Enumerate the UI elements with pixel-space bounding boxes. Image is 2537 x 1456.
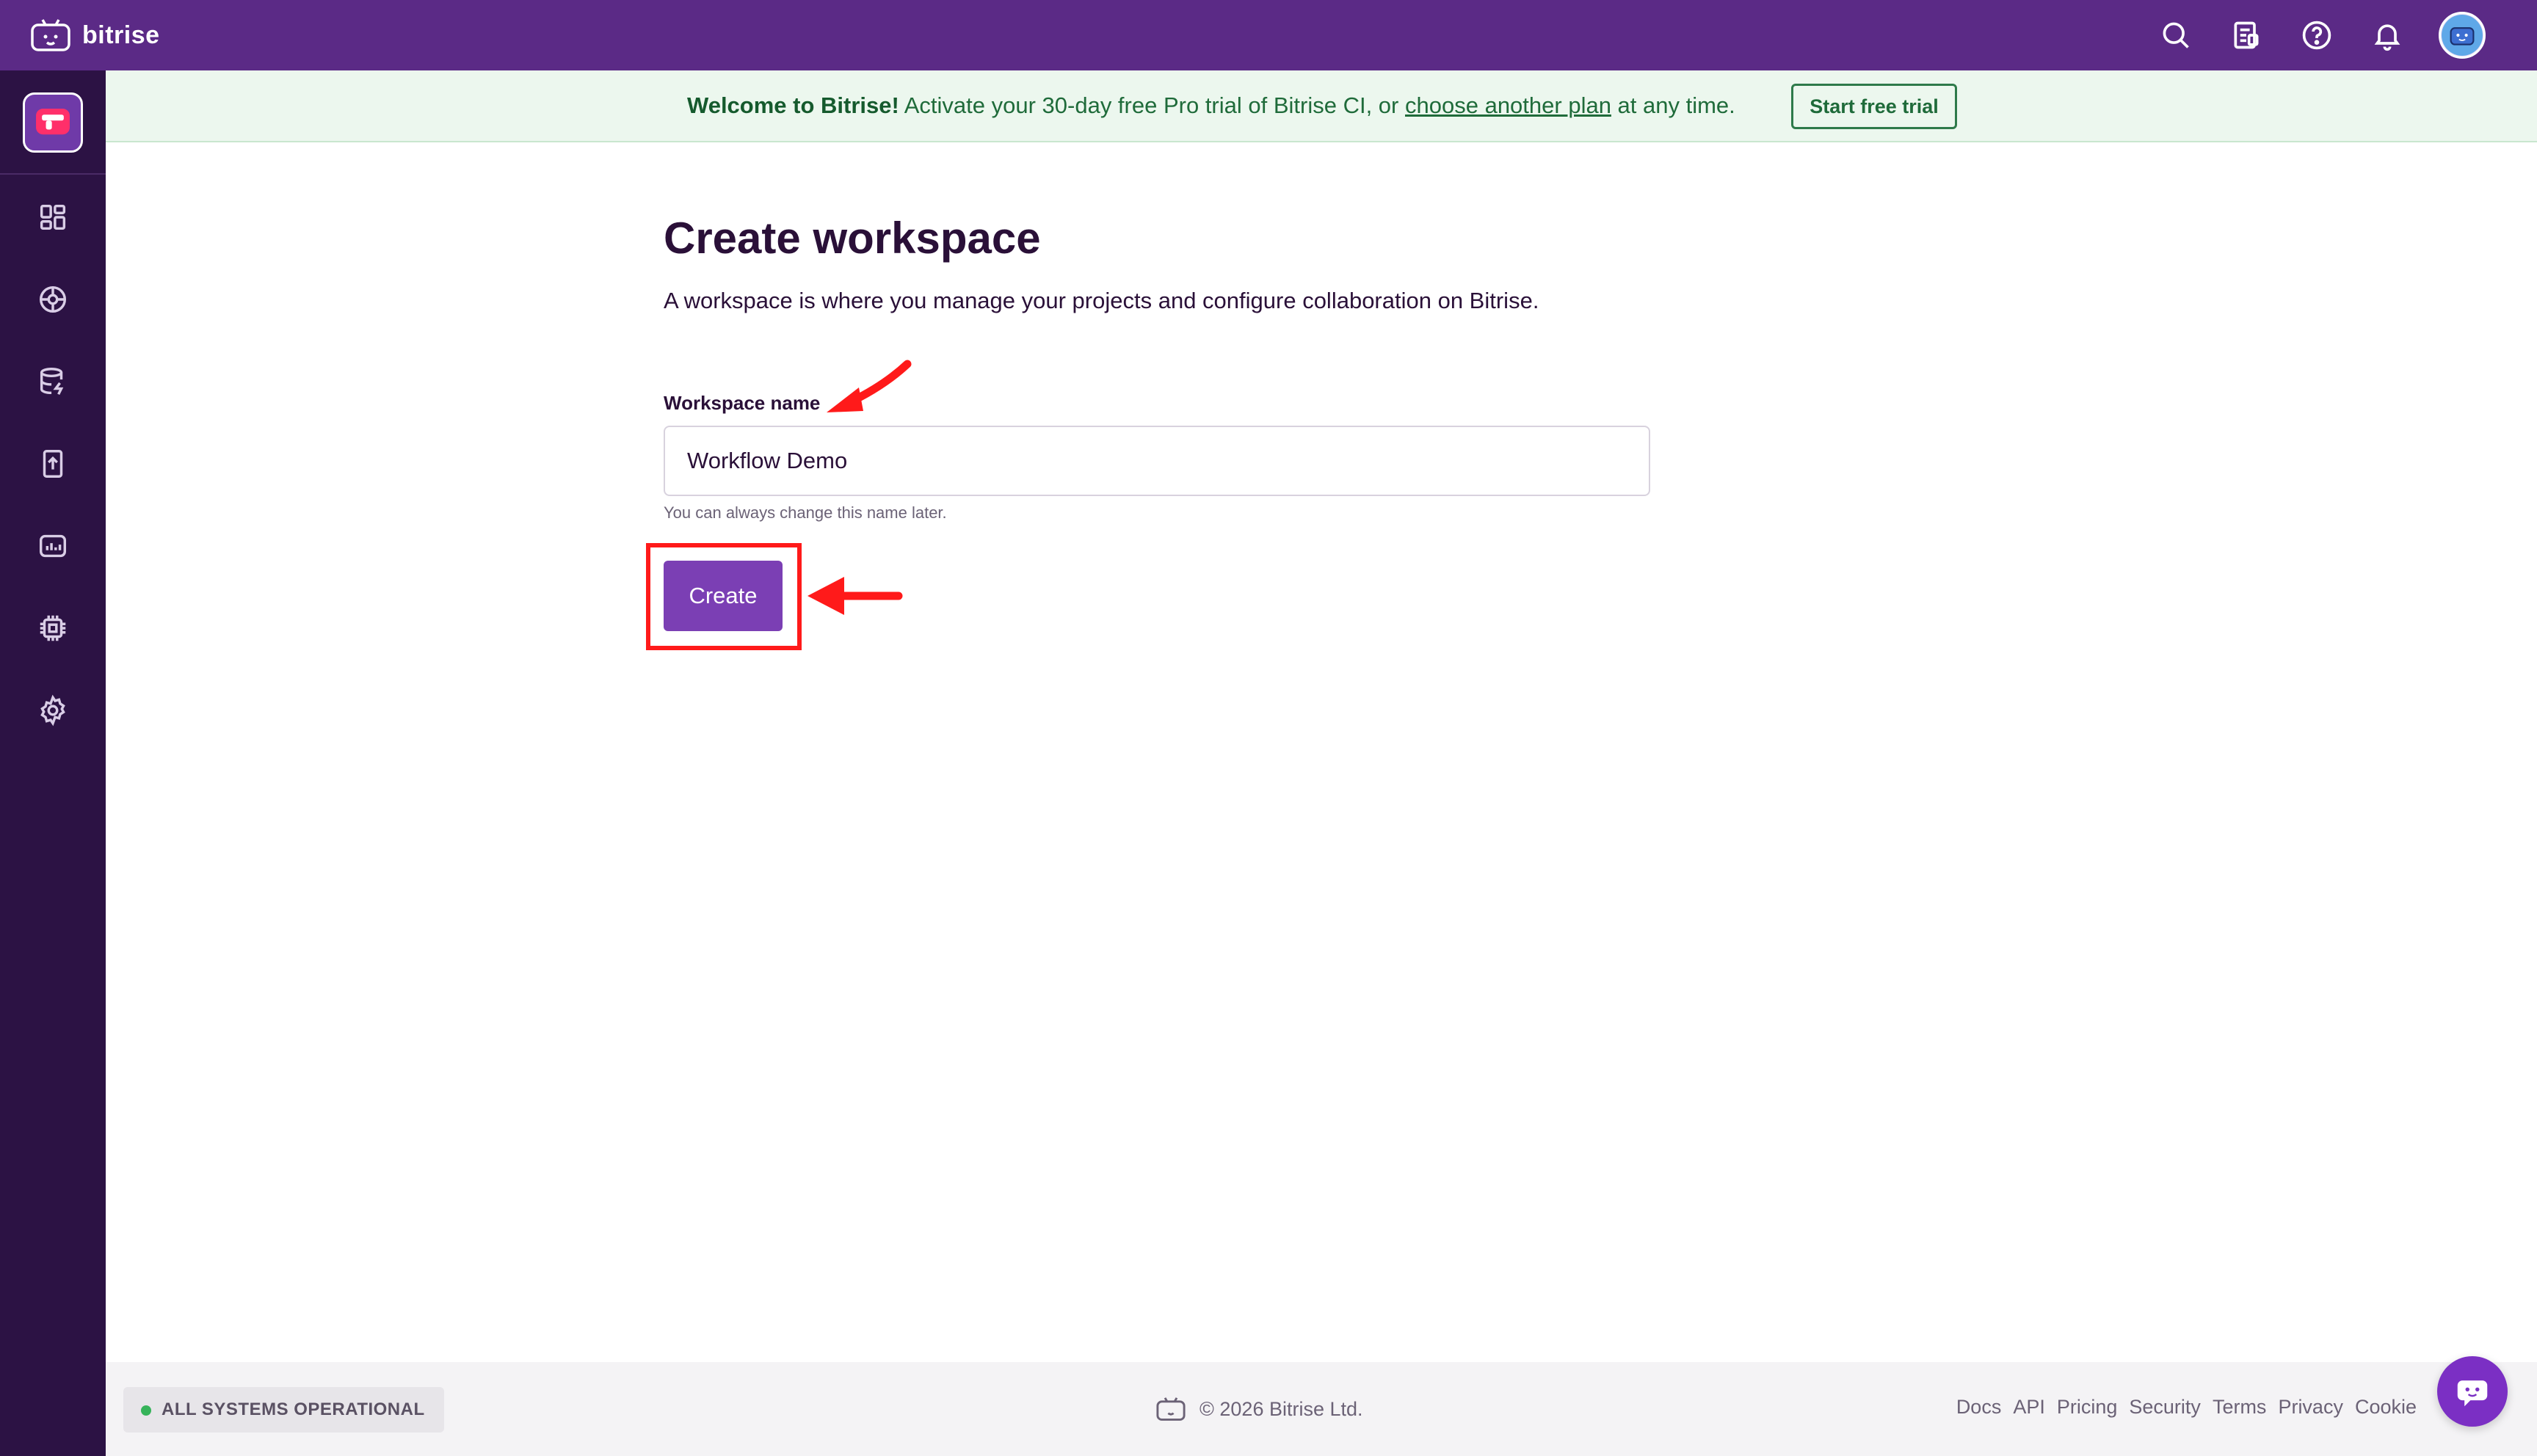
status-dot-icon [141, 1405, 151, 1416]
bitrise-footer-logo-icon [1156, 1397, 1186, 1421]
insights-icon [39, 534, 67, 558]
sidebar-item-chip[interactable] [31, 606, 75, 650]
sidebar [0, 70, 106, 1456]
copyright-text: © 2026 Bitrise Ltd. [1199, 1397, 1363, 1420]
annotation-arrow-label-icon [827, 360, 912, 412]
notifications-button[interactable] [2368, 16, 2406, 54]
sidebar-item-settings[interactable] [31, 688, 75, 732]
copyright: © 2026 Bitrise Ltd. [1155, 1393, 1363, 1425]
sidebar-item-app[interactable] [23, 92, 83, 153]
avatar[interactable] [2439, 12, 2486, 59]
bell-icon [2374, 24, 2400, 51]
trial-banner: Welcome to Bitrise! Activate your 30-day… [106, 70, 2537, 142]
workspace-name-help: You can always change this name later. [664, 503, 947, 522]
chat-icon [2457, 1380, 2488, 1407]
sidebar-divider [0, 173, 106, 175]
start-free-trial-button[interactable]: Start free trial [1791, 84, 1957, 129]
footer-link-api[interactable]: API [2013, 1396, 2045, 1419]
banner-message: Activate your 30-day free Pro trial of B… [899, 92, 1405, 118]
cache-icon [40, 368, 64, 396]
search-button[interactable] [2157, 16, 2195, 54]
dashboard-icon [40, 204, 66, 230]
bitrise-logo-icon [31, 19, 70, 51]
page-description: A workspace is where you manage your pro… [664, 288, 1539, 313]
settings-icon [40, 694, 65, 727]
help-icon [2302, 21, 2331, 50]
sidebar-item-releases[interactable] [31, 442, 75, 486]
page-title: Create workspace [664, 214, 1041, 263]
help-button[interactable] [2298, 16, 2336, 54]
search-icon [2163, 22, 2189, 48]
workspace-name-label: Workspace name [664, 392, 821, 414]
footer-link-docs[interactable]: Docs [1956, 1396, 2002, 1419]
footer-link-privacy[interactable]: Privacy [2278, 1396, 2343, 1419]
footer-link-pricing[interactable]: Pricing [2057, 1396, 2118, 1419]
releases-icon [43, 450, 63, 478]
changelog-icon [2234, 21, 2259, 49]
brand[interactable]: bitrise [29, 18, 160, 53]
system-status-text: ALL SYSTEMS OPERATIONAL [161, 1399, 425, 1419]
annotation-highlight-box [646, 543, 802, 650]
banner-message-end: at any time. [1611, 92, 1735, 118]
sidebar-item-dashboard[interactable] [31, 195, 75, 239]
brand-name: bitrise [82, 21, 160, 49]
builds-icon [39, 285, 67, 313]
annotation-arrow-button-icon [807, 577, 903, 615]
top-icons [2157, 12, 2486, 59]
sidebar-item-insights[interactable] [31, 524, 75, 568]
footer-link-security[interactable]: Security [2129, 1396, 2201, 1419]
workspace-name-input[interactable] [664, 426, 1650, 496]
footer-link-terms[interactable]: Terms [2213, 1396, 2267, 1419]
footer-links: Docs API Pricing Security Terms Privacy … [1956, 1396, 2417, 1419]
banner-text: Welcome to Bitrise! Activate your 30-day… [687, 92, 1735, 119]
chip-icon [40, 615, 66, 641]
choose-plan-link[interactable]: choose another plan [1405, 92, 1611, 118]
chat-button[interactable] [2437, 1356, 2508, 1427]
system-status-badge[interactable]: ALL SYSTEMS OPERATIONAL [123, 1387, 444, 1433]
sidebar-item-cache[interactable] [31, 360, 75, 404]
changelog-button[interactable] [2227, 16, 2265, 54]
sidebar-item-builds[interactable] [31, 277, 75, 321]
footer-link-cookie[interactable]: Cookie [2355, 1396, 2417, 1419]
banner-welcome: Welcome to Bitrise! [687, 92, 899, 118]
avatar-robot-icon [2442, 15, 2483, 56]
top-bar: bitrise [0, 0, 2537, 70]
app-icon [36, 109, 70, 135]
footer: ALL SYSTEMS OPERATIONAL © 2026 Bitrise L… [106, 1362, 2537, 1456]
